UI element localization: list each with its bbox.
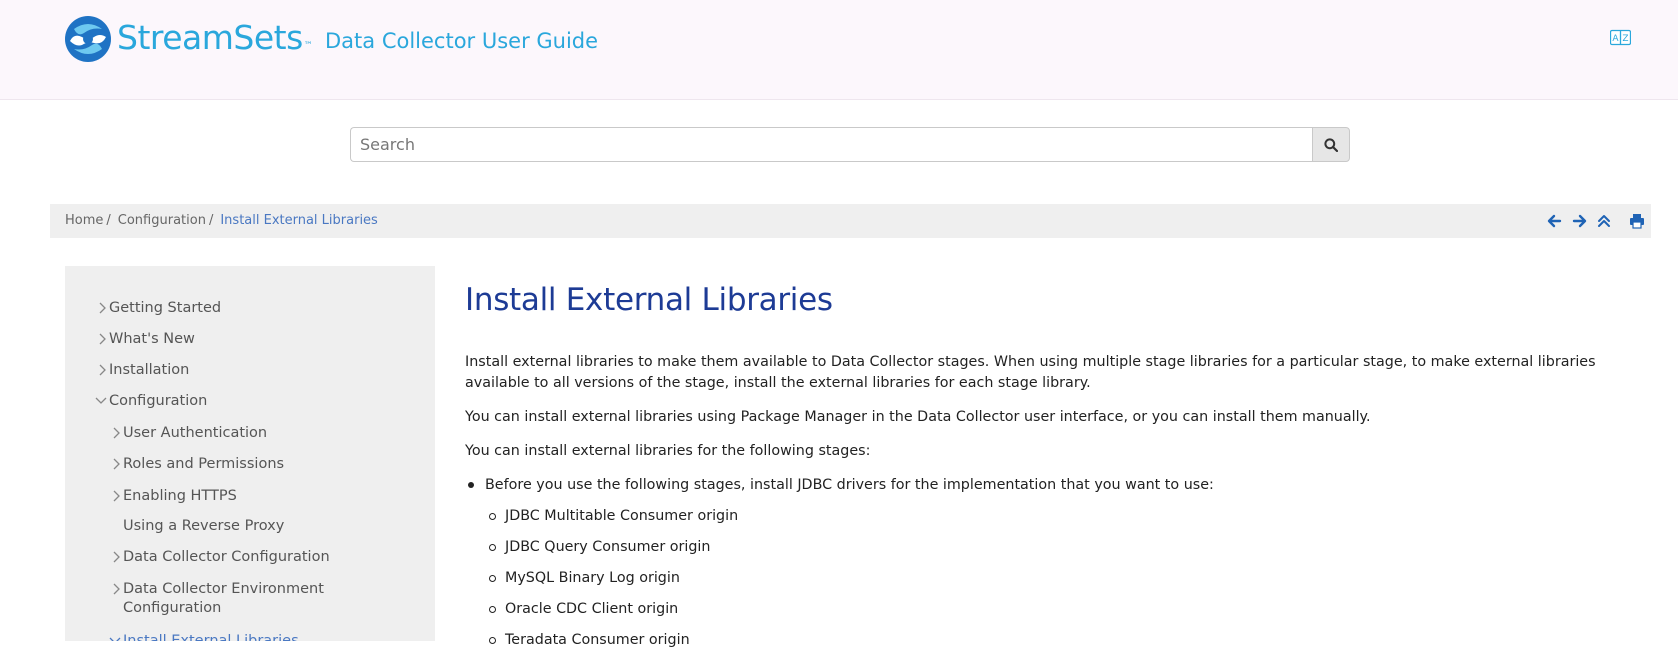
svg-text:Z: Z [1622,34,1628,44]
breadcrumb-current[interactable]: Install External Libraries [220,213,377,228]
search-button[interactable] [1312,127,1350,162]
list-item-text: Teradata Consumer origin [505,632,690,648]
sidebar-item-label: Using a Reverse Proxy [123,518,285,534]
sidebar-item-label: What's New [109,331,195,347]
chevron-down-icon [109,637,121,641]
sub-list-item: Teradata Consumer origin [489,630,690,650]
site-header: StreamSets™ Data Collector User Guide A … [0,0,1678,100]
chevron-right-icon [113,458,120,470]
sidebar-item-label: Roles and Permissions [123,456,285,472]
sidebar-item-label: Data Collector Environment [123,581,324,597]
sidebar-item-environment-configuration[interactable]: Data Collector Environment Configuration [111,580,371,618]
breadcrumb-separator: / [208,213,214,228]
page-title: Install External Libraries [465,282,833,318]
sidebar-item-installation[interactable]: Installation [97,361,189,380]
search-input[interactable] [350,127,1312,162]
intro-paragraph-line: Install external libraries to make them … [465,354,1596,370]
bullet-dot [468,482,474,488]
chevron-right-icon [99,364,106,376]
sidebar-item-label: Enabling HTTPS [123,488,237,504]
sidebar-item-reverse-proxy[interactable]: Using a Reverse Proxy [123,517,284,536]
sidebar-item-label: Install External Libraries [123,633,299,641]
breadcrumb-bar: Home / Configuration / Install External Libr… [50,204,1651,238]
breadcrumb-configuration[interactable]: Configuration [118,213,206,228]
sidebar-item-user-authentication[interactable]: User Authentication [111,424,267,443]
language-icon[interactable]: A Z [1610,29,1631,46]
sidebar-toc: Getting Started What's New Installation … [65,266,435,641]
intro-paragraph: Install external libraries to make them … [465,352,1596,394]
sidebar-item-configuration[interactable]: Configuration [95,392,207,411]
list-item-text: Oracle CDC Client origin [505,601,679,617]
search-bar [350,127,1350,162]
chevron-down-icon [95,397,107,404]
list-item-text: JDBC Multitable Consumer origin [505,508,739,524]
sub-list-item: Oracle CDC Client origin [489,599,679,619]
chevron-right-icon [99,333,106,345]
sub-list-item: MySQL Binary Log origin [489,568,680,588]
sub-list-item: JDBC Multitable Consumer origin [489,506,739,526]
chevron-right-icon [113,551,120,563]
sidebar-item-enabling-https[interactable]: Enabling HTTPS [111,487,237,506]
sidebar-item-label: Getting Started [109,300,222,316]
brand-name[interactable]: StreamSets™ [117,18,313,58]
sidebar-item-data-collector-configuration[interactable]: Data Collector Configuration [111,548,330,567]
sub-list-item: JDBC Query Consumer origin [489,537,711,557]
bullet-ring [489,575,496,582]
stages-paragraph: You can install external libraries for t… [465,443,871,459]
intro-paragraph-line: available to all versions of the stage, … [465,375,1091,391]
svg-text:A: A [1612,34,1619,44]
chevron-right-icon [99,302,106,314]
list-item-text: Before you use the following stages, ins… [485,477,1214,493]
sidebar-item-label: User Authentication [123,425,268,441]
breadcrumb-separator: / [106,213,111,228]
arrow-right-icon[interactable] [1571,213,1589,229]
bullet-ring [489,544,496,551]
breadcrumb-home[interactable]: Home [65,213,103,228]
search-icon [1324,137,1338,152]
trademark-mark: ™ [303,41,313,51]
print-icon[interactable] [1628,213,1646,229]
breadcrumb: Home / Configuration / Install External Libr… [65,213,378,229]
guide-title[interactable]: Data Collector User Guide [325,28,598,54]
sidebar-item-roles-and-permissions[interactable]: Roles and Permissions [111,455,284,474]
sidebar-item-label: Configuration [109,393,208,409]
chevron-right-icon [113,427,120,439]
chevron-right-icon [113,490,120,502]
double-chevron-up-icon[interactable] [1595,213,1613,229]
chevron-right-icon [113,583,120,595]
sidebar-item-whats-new[interactable]: What's New [97,330,195,349]
sidebar-item-label: Configuration [123,600,222,616]
bullet-ring [489,606,496,613]
brand-text: StreamSets [117,18,303,57]
streamsets-logo-icon[interactable] [64,15,112,63]
list-item-text: MySQL Binary Log origin [505,570,680,586]
list-item: Before you use the following stages, ins… [468,475,1214,495]
arrow-left-icon[interactable] [1546,213,1564,229]
sidebar-item-label: Data Collector Configuration [123,549,330,565]
bullet-ring [489,513,496,520]
sidebar-item-getting-started[interactable]: Getting Started [97,299,221,318]
list-item-text: JDBC Query Consumer origin [505,539,711,555]
sidebar-item-label: Installation [109,362,190,378]
install-methods-paragraph: You can install external libraries using… [465,409,1371,425]
sidebar-item-install-external-libraries[interactable]: Install External Libraries [109,632,299,641]
